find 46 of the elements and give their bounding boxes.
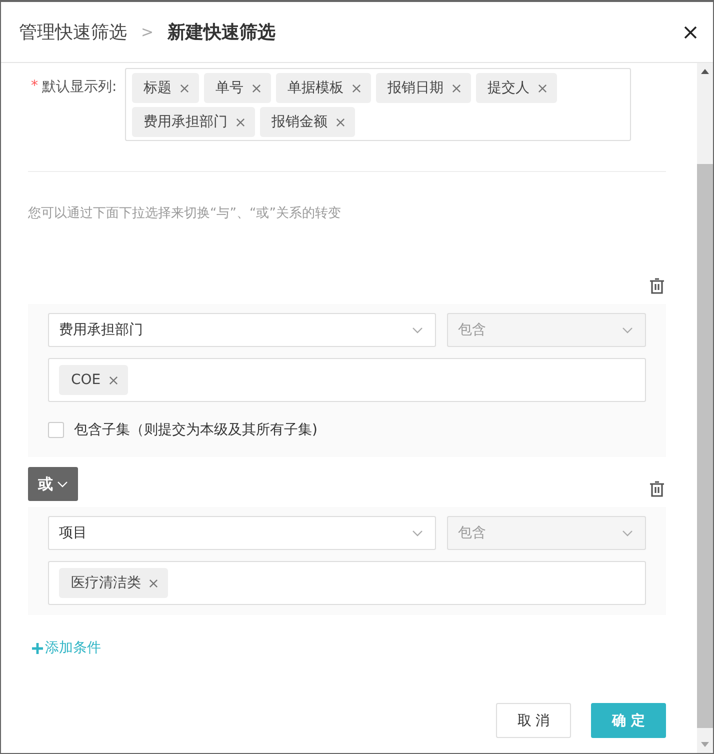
value-field[interactable]: 医疗清洁类: [48, 561, 646, 605]
remove-icon[interactable]: [149, 578, 158, 588]
delete-icon[interactable]: [650, 278, 664, 294]
checkbox-label: 包含子集（则提交为本级及其所有子集): [74, 421, 318, 439]
tag: 单号: [204, 73, 271, 103]
remove-icon[interactable]: [352, 84, 361, 92]
required-mark: *: [31, 78, 38, 96]
hint-text: 您可以通过下面下拉选择来切换“与”、“或”关系的转变: [28, 205, 342, 222]
caret-icon: [622, 530, 633, 536]
caret-icon: [412, 326, 423, 334]
remove-icon[interactable]: [538, 84, 547, 92]
caret-icon: [622, 326, 633, 334]
remove-icon[interactable]: [108, 376, 118, 384]
tag: 报销金额: [260, 107, 355, 137]
scroll-up-icon[interactable]: [701, 69, 709, 74]
remove-icon[interactable]: [452, 84, 461, 92]
tag: COE: [59, 365, 128, 395]
tag: 提交人: [476, 73, 557, 103]
scroll-down-icon[interactable]: [701, 742, 709, 747]
field-select[interactable]: 费用承担部门: [48, 313, 436, 347]
delete-icon[interactable]: [650, 481, 664, 497]
remove-icon[interactable]: [236, 118, 245, 126]
plus-icon: [32, 642, 43, 654]
field-select[interactable]: 项目: [48, 516, 436, 550]
tag: 医疗清洁类: [59, 568, 168, 598]
remove-icon[interactable]: [180, 84, 189, 92]
columns-field[interactable]: 标题 单号 单据模板 报销日期 提交人 费用承担部门 报销金额: [124, 68, 631, 141]
breadcrumb-separator: >: [141, 23, 154, 41]
value-field[interactable]: COE: [48, 358, 646, 402]
close-icon[interactable]: [684, 26, 697, 38]
caret-icon: [412, 530, 423, 536]
cancel-button[interactable]: 取 消: [496, 703, 571, 738]
connector-dropdown[interactable]: 或: [28, 467, 78, 501]
tag: 费用承担部门: [132, 107, 255, 137]
remove-icon[interactable]: [336, 118, 345, 126]
tag: 报销日期: [376, 73, 471, 103]
tag: 标题: [132, 73, 199, 103]
scroll-thumb[interactable]: [697, 164, 713, 728]
tag: 单据模板: [276, 73, 371, 103]
dialog-title: 新建快速筛选: [168, 21, 276, 44]
scrollbar[interactable]: [697, 63, 713, 753]
remove-icon[interactable]: [252, 84, 261, 92]
field-label: 默认显示列:: [42, 78, 117, 97]
caret-icon: [57, 480, 68, 488]
checkbox[interactable]: [48, 422, 64, 438]
breadcrumb-link[interactable]: 管理快速筛选: [19, 20, 127, 44]
